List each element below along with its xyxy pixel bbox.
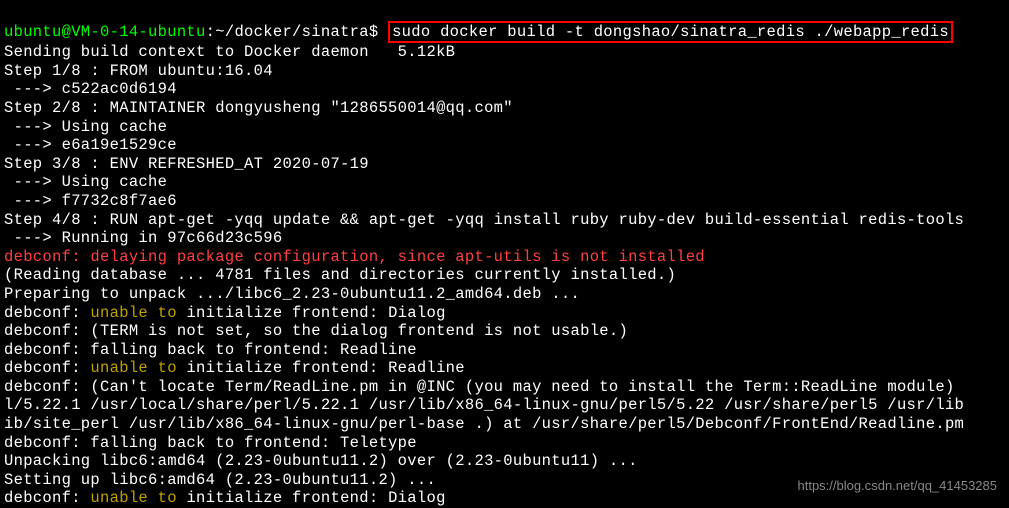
- output-line: debconf: falling back to frontend: Readl…: [4, 341, 417, 359]
- output-line: Step 4/8 : RUN apt-get -yqq update && ap…: [4, 211, 964, 229]
- prompt-path: ~/docker/sinatra: [215, 23, 369, 41]
- terminal-output: ubuntu@VM-0-14-ubuntu:~/docker/sinatra$ …: [4, 2, 1005, 508]
- output-line: debconf:: [4, 304, 90, 322]
- output-line-warn: unable to: [90, 359, 176, 377]
- output-line: ---> Running in 97c66d23c596: [4, 229, 282, 247]
- output-line: initialize frontend: Dialog: [177, 304, 446, 322]
- output-line: Sending build context to Docker daemon 5…: [4, 43, 455, 61]
- watermark-text: https://blog.csdn.net/qq_41453285: [798, 478, 998, 494]
- output-line: ---> c522ac0d6194: [4, 80, 177, 98]
- output-line-warn: unable to: [90, 304, 176, 322]
- output-line: debconf: (TERM is not set, so the dialog…: [4, 322, 628, 340]
- output-line: debconf: (Can't locate Term/ReadLine.pm …: [4, 378, 955, 396]
- output-line: Step 3/8 : ENV REFRESHED_AT 2020-07-19: [4, 155, 369, 173]
- output-line: debconf:: [4, 359, 90, 377]
- output-line: Preparing to unpack .../libc6_2.23-0ubun…: [4, 285, 580, 303]
- output-line: Setting up libc6:amd64 (2.23-0ubuntu11.2…: [4, 471, 436, 489]
- output-line: debconf:: [4, 489, 90, 507]
- output-line: ib/site_perl /usr/lib/x86_64-linux-gnu/p…: [4, 415, 964, 433]
- output-line: Step 1/8 : FROM ubuntu:16.04: [4, 62, 273, 80]
- output-line: debconf: falling back to frontend: Telet…: [4, 434, 417, 452]
- output-line-warn: unable to: [90, 489, 176, 507]
- output-line: ---> Using cache: [4, 118, 167, 136]
- prompt-symbol: $: [369, 23, 388, 41]
- output-line: ---> Using cache: [4, 173, 167, 191]
- output-line: ---> e6a19e1529ce: [4, 136, 177, 154]
- prompt-separator: :: [206, 23, 216, 41]
- output-line: Step 2/8 : MAINTAINER dongyusheng "12865…: [4, 99, 513, 117]
- output-line: initialize frontend: Dialog: [177, 489, 446, 507]
- prompt-user-host: ubuntu@VM-0-14-ubuntu: [4, 23, 206, 41]
- output-line: Unpacking libc6:amd64 (2.23-0ubuntu11.2)…: [4, 452, 638, 470]
- command-text: sudo docker build -t dongshao/sinatra_re…: [392, 23, 949, 41]
- output-line: (Reading database ... 4781 files and dir…: [4, 266, 676, 284]
- output-line: ---> f7732c8f7ae6: [4, 192, 177, 210]
- output-line-error: debconf: delaying package configuration,…: [4, 248, 705, 266]
- output-line: l/5.22.1 /usr/local/share/perl/5.22.1 /u…: [4, 396, 964, 414]
- command-highlight: sudo docker build -t dongshao/sinatra_re…: [388, 21, 953, 44]
- output-line: initialize frontend: Readline: [177, 359, 465, 377]
